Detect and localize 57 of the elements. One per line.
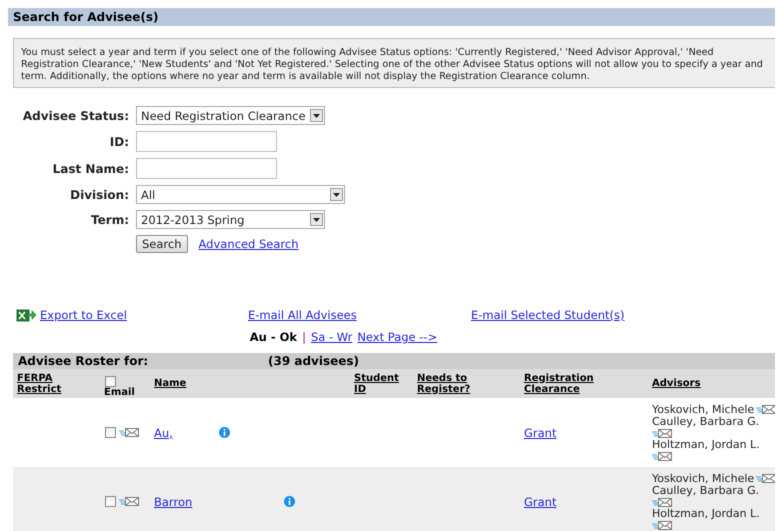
column-header[interactable]: Registration Clearance <box>524 372 648 394</box>
dropdown[interactable]: All <box>136 185 345 204</box>
export-link[interactable]: Export to Excel <box>40 308 127 322</box>
email-selected-link[interactable]: E-mail Selected Student(s) <box>471 308 624 322</box>
envelope-icon[interactable] <box>119 427 140 438</box>
dropdown[interactable]: Need Registration Clearance <box>136 106 325 125</box>
envelope-icon[interactable] <box>652 428 673 438</box>
spreadsheet-icon[interactable] <box>16 308 36 322</box>
page-link[interactable]: Next Page --> <box>357 330 438 344</box>
caret-icon <box>310 213 323 226</box>
search-button[interactable]: Search <box>136 235 188 253</box>
envelope-icon[interactable] <box>652 450 673 462</box>
email-all-link[interactable]: E-mail All Advisees <box>248 308 357 322</box>
field-label: Term: <box>90 212 129 226</box>
envelope-icon[interactable] <box>119 496 140 507</box>
field-label: ID: <box>108 134 129 148</box>
checkbox[interactable] <box>105 496 116 507</box>
field-label: Last Name: <box>52 162 129 176</box>
dropdown[interactable]: 2012-2013 Spring <box>136 210 325 229</box>
grant-link[interactable]: Grant <box>524 494 556 508</box>
advanced-search-link[interactable]: Advanced Search <box>198 237 298 251</box>
checkbox[interactable] <box>105 427 116 438</box>
field-label: Division: <box>69 188 129 202</box>
column-header[interactable]: Student ID <box>354 372 413 394</box>
advisor-name: Yoskovich, Michele <box>652 404 754 416</box>
column-header[interactable]: Advisors <box>652 378 701 389</box>
input-field[interactable] <box>136 131 277 152</box>
page-link[interactable]: Sa - Wr <box>310 330 352 344</box>
separator: | <box>302 330 306 344</box>
caret-icon <box>330 188 343 201</box>
input-field[interactable] <box>136 158 277 179</box>
caret-icon <box>310 109 323 122</box>
advisor-name: Caulley, Barbara G. <box>652 416 760 428</box>
advisor-name: Holtzman, Jordan L. <box>652 508 760 520</box>
checkbox[interactable] <box>105 376 116 387</box>
grant-link[interactable]: Grant <box>524 426 556 440</box>
student-name-link[interactable]: Barron <box>154 494 192 508</box>
advisor-name: Yoskovich, Michele <box>652 472 754 484</box>
info-icon[interactable] <box>218 427 230 438</box>
roster-title: Advisee Roster for: <box>18 354 148 368</box>
notice-text: You must select a year and term if you select one of the following Advisee Status options: 'Currently Registered,' 'Need Advisor Approval,' 'Need Registration Clearance,' 'New Students' and 'Not Yet Registered.' Selecting one of the other Advisee Status options will not allow you to specify a year and term. Additionally, the options where no year and term is available will not display the Registration Clearance column. <box>13 38 775 88</box>
envelope-icon[interactable] <box>652 520 673 530</box>
advisor-name: Holtzman, Jordan L. <box>652 438 760 450</box>
envelope-icon[interactable] <box>756 404 775 415</box>
info-icon[interactable] <box>284 496 296 507</box>
column-header: Email <box>104 387 135 398</box>
current-page: Au - Ok <box>250 330 298 344</box>
advisor-name: Caulley, Barbara G. <box>652 484 760 496</box>
envelope-icon[interactable] <box>652 496 673 508</box>
field-label: Advisee Status: <box>22 108 129 122</box>
envelope-icon[interactable] <box>756 473 775 484</box>
section-title: Search for Advisee(s) <box>8 8 775 26</box>
column-header[interactable]: FERPA Restrict <box>17 372 100 394</box>
advisee-count: (39 advisees) <box>268 353 360 369</box>
column-header[interactable]: Needs to Register? <box>417 372 520 394</box>
student-name-link[interactable]: Au, <box>154 426 173 440</box>
column-header[interactable]: Name <box>154 378 186 389</box>
